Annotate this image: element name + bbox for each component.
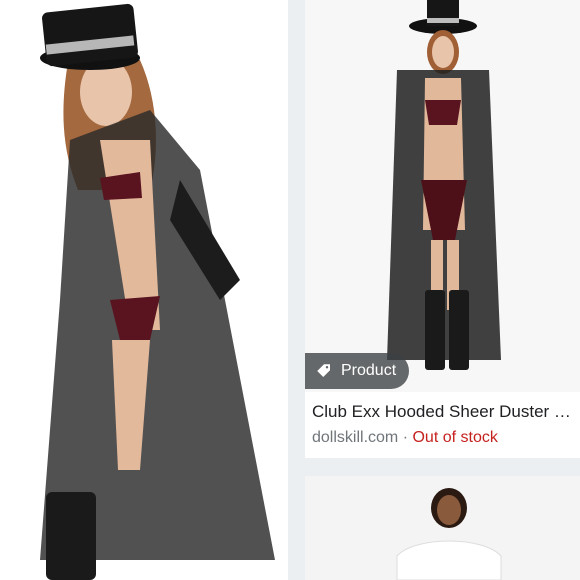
result-thumbnail[interactable]: Product xyxy=(305,0,580,392)
product-chip-label: Product xyxy=(341,362,397,379)
product-chip[interactable]: Product xyxy=(305,353,409,389)
main-product-photo[interactable] xyxy=(0,0,288,580)
result-card[interactable]: Product Club Exx Hooded Sheer Duster B..… xyxy=(305,0,580,580)
column-gap xyxy=(288,0,305,580)
source-row: dollskill.com · Out of stock xyxy=(312,429,498,447)
source-separator: · xyxy=(402,429,409,446)
stock-status: Out of stock xyxy=(412,429,498,446)
next-model-illustration xyxy=(305,476,580,580)
next-result-thumbnail[interactable] xyxy=(305,476,580,580)
result-title[interactable]: Club Exx Hooded Sheer Duster B... xyxy=(312,402,577,422)
source-domain[interactable]: dollskill.com xyxy=(312,429,398,446)
tag-icon xyxy=(317,364,330,377)
thumbnail-model-illustration xyxy=(305,0,580,392)
result-separator xyxy=(305,458,580,476)
model-figure-illustration xyxy=(0,0,288,580)
